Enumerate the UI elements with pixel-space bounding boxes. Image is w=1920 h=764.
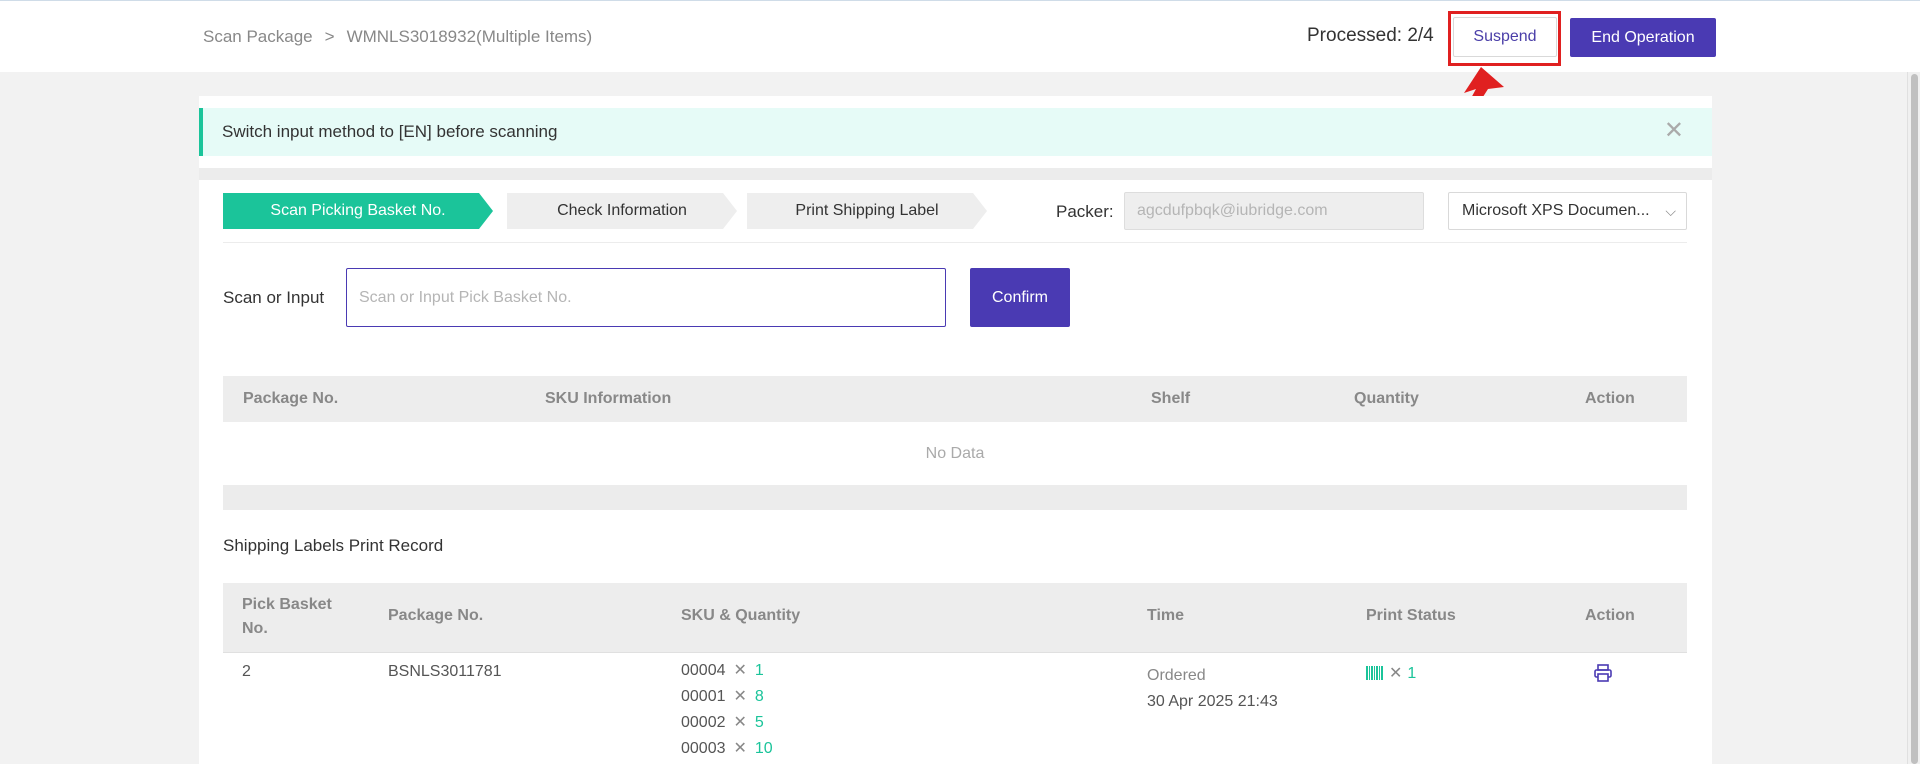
- main-card: Switch input method to [EN] before scann…: [199, 96, 1712, 764]
- pick-basket-cell: 2: [242, 663, 251, 680]
- input-method-alert: Switch input method to [EN] before scann…: [199, 108, 1712, 156]
- sku-code: 00001: [681, 688, 726, 705]
- end-operation-button[interactable]: End Operation: [1570, 18, 1716, 57]
- column-sku-quantity: SKU & Quantity: [681, 607, 801, 624]
- time-value: 30 Apr 2025 21:43: [1147, 693, 1278, 710]
- step-scan-picking-basket: Scan Picking Basket No.: [223, 193, 493, 229]
- chevron-down-icon: ⌵: [1665, 203, 1676, 219]
- table-row: 2 BSNLS3011781 00004 ✕ 1 00001 ✕ 8 00002 ✕ 5 0…: [223, 653, 1687, 764]
- column-pick-basket-no: Pick Basket No.: [242, 596, 332, 637]
- close-icon[interactable]: ✕: [1664, 118, 1684, 144]
- sku-quantity-cell: 00004 ✕ 1 00001 ✕ 8 00002 ✕ 5 00003 ✕ 10: [681, 658, 773, 762]
- package-no-cell: BSNLS3011781: [388, 663, 502, 680]
- step-label: Print Shipping Label: [795, 202, 939, 219]
- times-icon: ✕: [733, 740, 747, 757]
- step-check-information: Check Information: [507, 193, 737, 229]
- package-table-header: Package No. SKU Information Shelf Quanti…: [223, 376, 1687, 422]
- divider-band: [199, 168, 1712, 180]
- times-icon: ✕: [733, 688, 747, 705]
- times-icon: ✕: [1389, 665, 1403, 682]
- sku-line: 00002 ✕ 5: [681, 710, 773, 736]
- column-action: Action: [1585, 390, 1635, 407]
- print-record-title: Shipping Labels Print Record: [223, 536, 444, 555]
- column-time: Time: [1147, 607, 1185, 624]
- breadcrumb: Scan Package > WMNLS3018932(Multiple Ite…: [203, 27, 592, 47]
- scan-input[interactable]: [346, 268, 946, 327]
- sku-line: 00003 ✕ 10: [681, 736, 773, 762]
- sku-qty: 1: [754, 662, 764, 679]
- suspend-button[interactable]: Suspend: [1453, 17, 1557, 57]
- step-label: Check Information: [557, 202, 687, 219]
- column-action: Action: [1585, 607, 1635, 624]
- sku-qty: 8: [754, 688, 764, 705]
- breadcrumb-scan-package[interactable]: Scan Package: [203, 27, 313, 47]
- packer-label: Packer:: [1056, 202, 1114, 221]
- section-divider: [223, 242, 1687, 243]
- sku-code: 00004: [681, 662, 726, 679]
- column-quantity: Quantity: [1354, 390, 1419, 407]
- top-header: Scan Package > WMNLS3018932(Multiple Ite…: [0, 0, 1920, 155]
- print-count: 1: [1407, 665, 1417, 682]
- sku-qty: 5: [754, 714, 764, 731]
- column-sku-information: SKU Information: [545, 390, 672, 407]
- time-cell: Ordered 30 Apr 2025 21:43: [1147, 663, 1278, 715]
- printer-icon[interactable]: [1593, 663, 1613, 688]
- breadcrumb-current-wave: WMNLS3018932(Multiple Items): [346, 27, 593, 46]
- breadcrumb-separator: >: [324, 27, 335, 46]
- alert-text: Switch input method to [EN] before scann…: [222, 122, 558, 141]
- step-label: Scan Picking Basket No.: [270, 202, 446, 219]
- print-status-cell: ✕ 1: [1366, 663, 1416, 683]
- print-record-table-header: Pick Basket No. Package No. SKU & Quanti…: [223, 583, 1687, 653]
- sku-code: 00003: [681, 740, 726, 757]
- table-footer-band: [223, 486, 1687, 510]
- empty-state: No Data: [223, 422, 1687, 486]
- scan-label: Scan or Input: [223, 288, 325, 307]
- processed-counter: Processed: 2/4: [1307, 25, 1434, 46]
- sku-qty: 10: [754, 740, 773, 757]
- times-icon: ✕: [733, 714, 747, 731]
- barcode-icon: [1366, 666, 1384, 680]
- step-print-shipping-label: Print Shipping Label: [747, 193, 987, 229]
- sku-line: 00004 ✕ 1: [681, 658, 773, 684]
- packer-field: [1124, 192, 1424, 230]
- times-icon: ✕: [733, 662, 747, 679]
- column-print-status: Print Status: [1366, 607, 1456, 624]
- sku-code: 00002: [681, 714, 726, 731]
- vertical-scrollbar[interactable]: [1907, 72, 1920, 764]
- sku-line: 00001 ✕ 8: [681, 684, 773, 710]
- column-shelf: Shelf: [1151, 390, 1191, 407]
- column-package-no: Package No.: [388, 607, 484, 624]
- confirm-button[interactable]: Confirm: [970, 268, 1070, 327]
- printer-selected-value: Microsoft XPS Documen...: [1462, 202, 1650, 219]
- column-package-no: Package No.: [243, 390, 339, 407]
- time-status: Ordered: [1147, 667, 1206, 684]
- scrollbar-thumb[interactable]: [1911, 74, 1918, 764]
- printer-select[interactable]: Microsoft XPS Documen... ⌵: [1448, 192, 1687, 230]
